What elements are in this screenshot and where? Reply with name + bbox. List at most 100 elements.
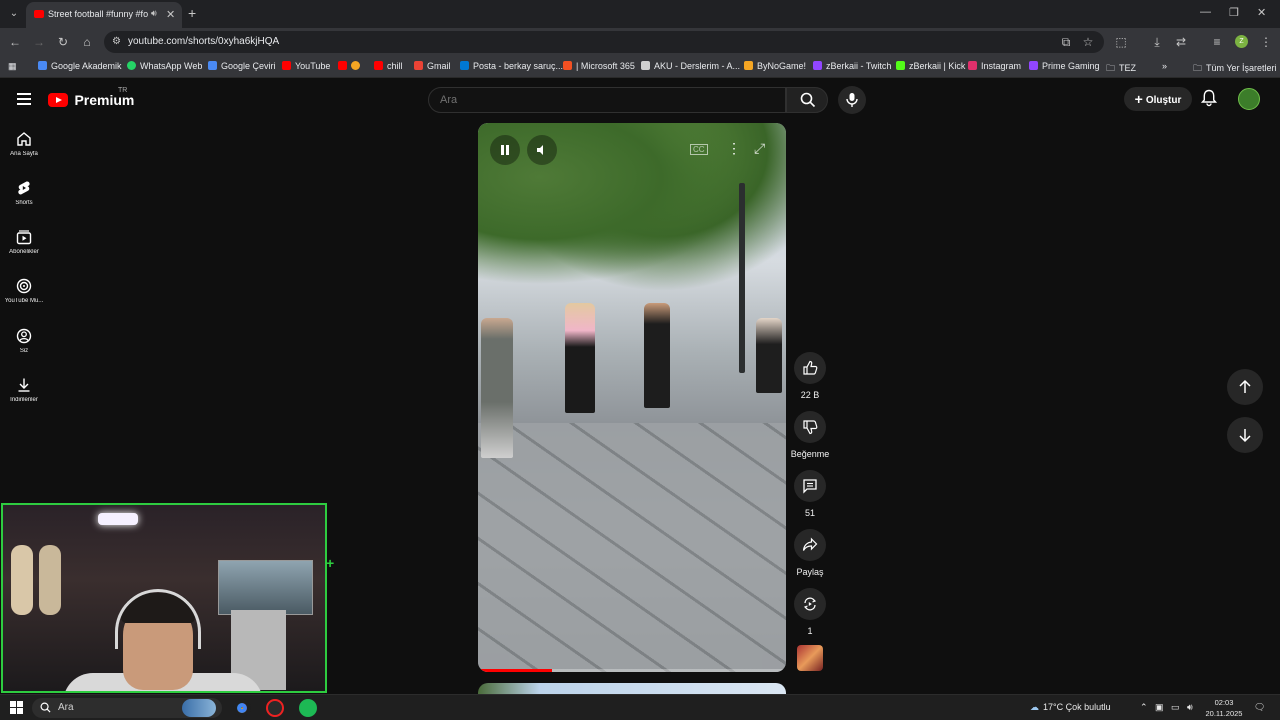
minimize-icon[interactable]: — <box>1200 6 1211 18</box>
weather-widget[interactable]: ☁ 17°C Çok bulutlu <box>1030 702 1111 713</box>
bookmark-item[interactable]: chill <box>374 61 403 71</box>
create-button[interactable]: + Oluştur <box>1124 87 1192 111</box>
user-avatar[interactable] <box>1238 88 1260 110</box>
comments-button[interactable]: 51 <box>790 470 830 518</box>
windows-start-icon[interactable] <box>10 701 23 719</box>
youtube-logo-icon <box>48 92 68 107</box>
notification-center-icon[interactable]: 🗨︎ <box>1254 702 1265 713</box>
search-button[interactable] <box>786 87 828 113</box>
extensions-icon[interactable]: ⬚ <box>1114 35 1128 49</box>
bookmark-item[interactable]: Google Akademik <box>38 61 122 71</box>
home-button-icon[interactable]: ⌂ <box>80 35 94 49</box>
shorts-video-player[interactable]: CC ⋮ ⤢ <box>478 123 786 672</box>
dislike-button[interactable]: Beğenme <box>790 411 830 459</box>
bookmark-item[interactable]: zBerkaii - Twitch <box>813 61 891 71</box>
video-frame-person <box>565 303 595 413</box>
remix-button[interactable]: 1 <box>790 588 830 636</box>
youtube-favicon-icon <box>34 10 44 18</box>
network-icon[interactable]: ▭ <box>1171 702 1180 713</box>
bookmark-item[interactable]: ByNoGame! <box>744 61 806 71</box>
bookmark-item[interactable]: YouTube <box>282 61 330 71</box>
share-label: Paylaş <box>796 567 824 577</box>
back-icon[interactable]: ← <box>8 35 22 49</box>
taskbar-search[interactable]: Ara <box>32 698 222 718</box>
bookmark-item[interactable]: Instagram <box>968 61 1021 71</box>
translate-icon[interactable]: ⇄ <box>1174 35 1188 49</box>
speaker-icon[interactable]: 🔊︎ <box>1187 702 1193 713</box>
remix-icon <box>803 597 817 611</box>
share-button[interactable]: Paylaş <box>790 529 830 577</box>
sidebar-item-downloads[interactable]: İndirilenler <box>0 377 48 403</box>
spotify-taskbar-icon[interactable] <box>299 699 317 717</box>
site-info-icon[interactable]: ⚙ <box>112 36 121 47</box>
bookmark-item[interactable]: zBerkaii | Kick <box>896 61 965 71</box>
home-icon <box>17 132 31 146</box>
hamburger-menu-icon[interactable] <box>17 93 31 105</box>
browser-toolbar: ← → ↻ ⌂ ⚙ youtube.com/shorts/0xyha6kjHQA… <box>0 28 1280 56</box>
reload-icon[interactable]: ↻ <box>56 35 70 49</box>
tray-app-icon[interactable]: ▣ <box>1155 702 1164 713</box>
search-icon <box>40 702 51 713</box>
tray-overflow-icon[interactable]: ⌃ <box>1140 702 1148 713</box>
sidebar-item-youtube-music[interactable]: YouTube Mu... <box>0 278 48 304</box>
bookmark-item[interactable]: AKU - Derslerim - A... <box>641 61 740 71</box>
voice-search-button[interactable] <box>838 86 866 114</box>
bookmark-item[interactable]: WhatsApp Web <box>127 61 202 71</box>
search-input[interactable]: Ara <box>428 87 786 113</box>
pause-icon <box>501 145 509 155</box>
previous-short-button[interactable] <box>1227 369 1263 405</box>
forward-icon[interactable]: → <box>32 35 46 49</box>
window-close-icon[interactable]: ✕ <box>1257 6 1266 19</box>
webcam-resize-handle[interactable]: + <box>326 556 334 570</box>
all-bookmarks-folder[interactable]: 🗀︎ Tüm Yer İşaretleri <box>1193 61 1277 77</box>
bookmark-item[interactable]: | Microsoft 365 <box>563 61 635 71</box>
sidebar-item-subscriptions[interactable]: Abonelikler <box>0 229 48 255</box>
fullscreen-icon[interactable]: ⤢ <box>746 135 776 165</box>
install-app-icon[interactable]: ⧉ <box>1059 35 1073 50</box>
video-frame-person <box>481 318 513 458</box>
youtube-premium-logo[interactable]: Premium TR <box>48 87 134 108</box>
video-frame-lamppost <box>739 183 745 373</box>
bookmark-item[interactable] <box>338 61 364 71</box>
channel-thumbnail[interactable] <box>797 645 823 671</box>
obs-taskbar-icon[interactable] <box>266 699 284 717</box>
volume-button[interactable] <box>527 135 557 165</box>
video-progress-bar[interactable] <box>478 669 786 672</box>
shorts-icon <box>18 181 30 195</box>
bookmark-star-icon[interactable]: ☆ <box>1081 35 1095 49</box>
bookmarks-bar: ▦ Google Akademik WhatsApp Web Google Çe… <box>0 56 1280 78</box>
chrome-taskbar-icon[interactable] <box>233 699 251 717</box>
aquarium <box>218 560 313 615</box>
more-options-icon[interactable]: ⋮ <box>715 135 745 165</box>
sidebar-item-you[interactable]: Siz <box>0 328 48 354</box>
apps-grid-icon[interactable]: ▦ <box>8 61 17 72</box>
like-button[interactable]: 22 B <box>790 352 830 400</box>
system-clock[interactable]: 02:03 20.11.2025 <box>1200 697 1248 719</box>
neon-sign <box>98 513 138 525</box>
bookmark-item[interactable]: Prime Gaming <box>1029 61 1100 71</box>
new-tab-button[interactable]: + <box>188 5 196 21</box>
bookmark-item[interactable]: Posta - berkay saruç... <box>460 61 563 71</box>
address-bar[interactable]: ⚙ youtube.com/shorts/0xyha6kjHQA <box>104 31 1104 53</box>
captions-icon[interactable]: CC <box>683 135 713 165</box>
pause-button[interactable] <box>490 135 520 165</box>
profile-avatar[interactable]: Z <box>1235 35 1248 48</box>
chrome-menu-icon[interactable]: ⋮ <box>1259 35 1273 49</box>
tab-audio-icon[interactable]: 🔊︎ <box>151 8 157 19</box>
dislike-label: Beğenme <box>790 449 830 459</box>
bookmark-item[interactable]: Gmail <box>414 61 451 71</box>
bookmark-folder[interactable]: 🗀︎ TEZ <box>1106 61 1136 77</box>
sidebar-item-shorts[interactable]: Shorts <box>0 180 48 206</box>
tab-search-icon[interactable]: ⌄ <box>6 6 22 22</box>
next-short-button[interactable] <box>1227 417 1263 453</box>
bookmark-item[interactable]: Google Çeviri <box>208 61 276 71</box>
cloud-icon: ☁ <box>1030 702 1039 712</box>
more-bookmarks-icon[interactable]: » <box>1162 61 1167 71</box>
media-control-icon[interactable]: ≡ <box>1210 35 1224 49</box>
downloads-toolbar-icon[interactable]: ⤓ <box>1150 35 1164 50</box>
browser-tab-active[interactable]: Street football #funny #fory 🔊︎ ✕ <box>26 2 182 28</box>
notifications-icon[interactable] <box>1200 89 1218 112</box>
tab-close-icon[interactable]: ✕ <box>166 8 175 21</box>
sidebar-item-home[interactable]: Ana Sayfa <box>0 131 48 157</box>
restore-icon[interactable]: ❐ <box>1229 6 1239 19</box>
